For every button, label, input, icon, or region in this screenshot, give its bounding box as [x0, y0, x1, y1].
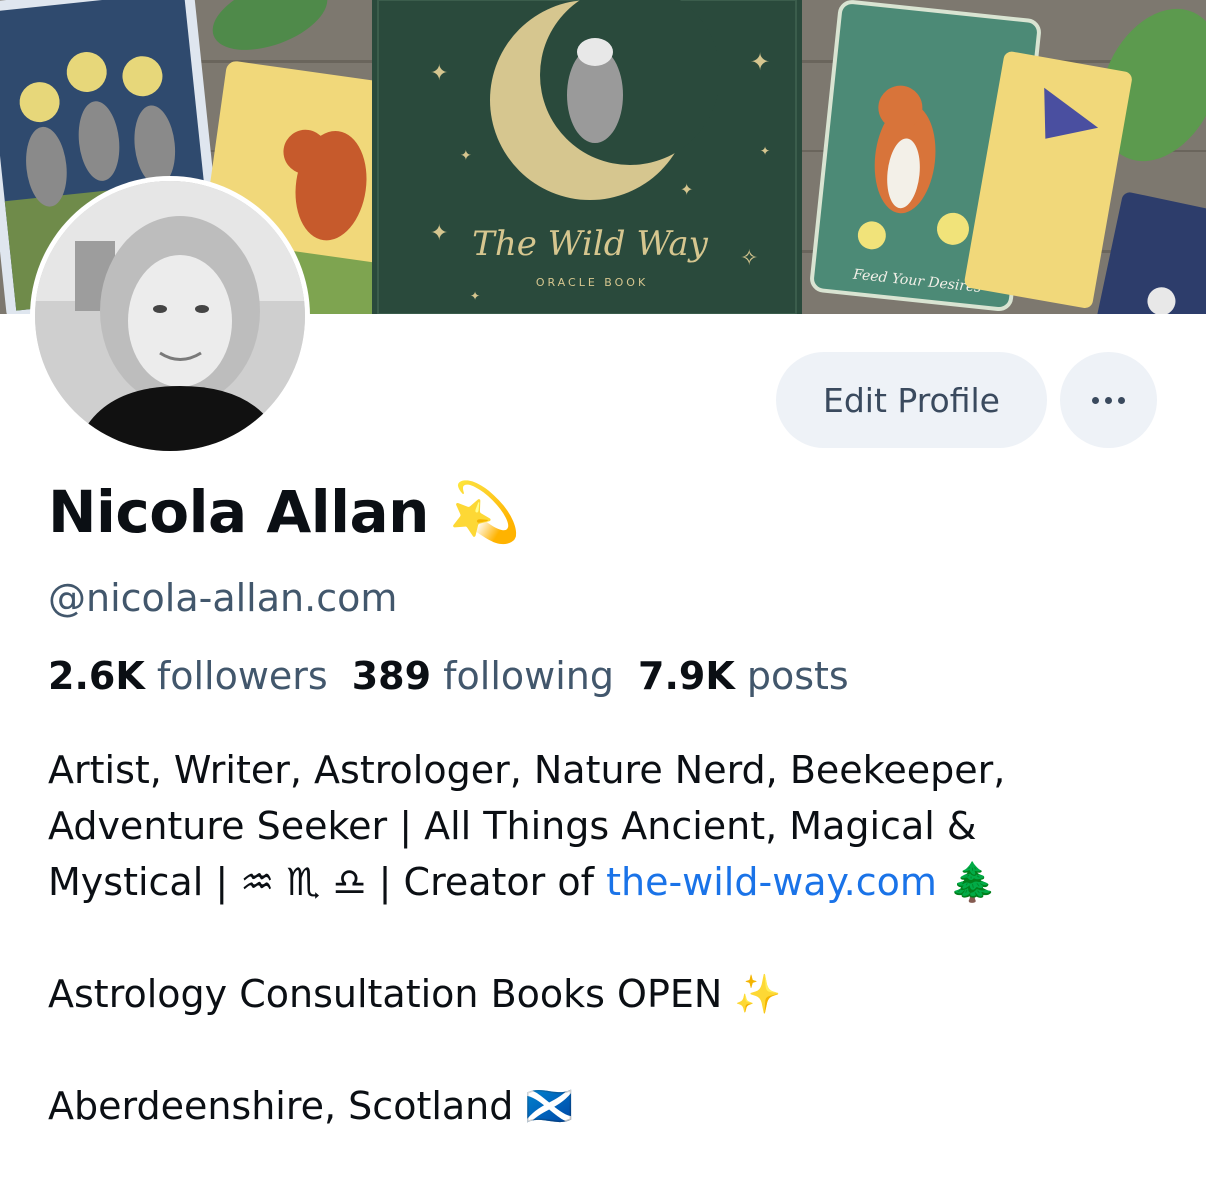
- following-label: following: [443, 654, 614, 698]
- svg-text:✧: ✧: [740, 246, 758, 271]
- svg-text:✦: ✦: [470, 289, 480, 303]
- avatar-photo: [35, 181, 305, 451]
- following-count: 389: [351, 654, 432, 698]
- bio-location: Aberdeenshire, Scotland 🏴󠁧󠁢󠁳󠁣󠁴󠁿: [48, 1084, 573, 1128]
- profile-page: ✦ ✦ ✦ ✧ ✦ ✦ ✦ ✦ The Wild Way ORACLE BOOK…: [0, 0, 1206, 1198]
- dizzy-emoji-icon: 💫: [448, 478, 521, 546]
- svg-text:✦: ✦: [750, 48, 770, 76]
- evergreen-tree-icon: 🌲: [936, 860, 997, 904]
- bio-spacer: [48, 1022, 1168, 1078]
- svg-text:✦: ✦: [760, 144, 770, 158]
- followers-count: 2.6K: [48, 654, 145, 698]
- followers-link[interactable]: 2.6K followers: [48, 654, 328, 698]
- display-name-text: Nicola Allan: [48, 478, 429, 546]
- bio-text: Mystical | ♒ ♏ ♎ | Creator of: [48, 860, 607, 904]
- avatar-portrait: [35, 181, 305, 451]
- svg-text:✦: ✦: [430, 61, 448, 86]
- more-horizontal-icon: [1092, 396, 1125, 404]
- edit-profile-button[interactable]: Edit Profile: [776, 352, 1047, 448]
- following-link[interactable]: 389 following: [352, 654, 614, 698]
- bio-line: Artist, Writer, Astrologer, Nature Nerd,…: [48, 748, 1006, 792]
- banner-book-title: The Wild Way: [472, 224, 708, 264]
- bio-line: Astrology Consultation Books OPEN ✨: [48, 972, 782, 1016]
- svg-text:✦: ✦: [430, 221, 448, 246]
- bio-line: Mystical | ♒ ♏ ♎ | Creator of the-wild-w…: [48, 854, 1168, 910]
- display-name: Nicola Allan 💫: [48, 478, 521, 547]
- posts-label: posts: [746, 654, 849, 698]
- bio-spacer: [48, 910, 1168, 966]
- banner-book-subtitle: ORACLE BOOK: [536, 276, 648, 289]
- more-options-button[interactable]: [1060, 352, 1157, 448]
- profile-handle: @nicola-allan.com: [48, 576, 398, 620]
- svg-text:✦: ✦: [680, 180, 693, 199]
- followers-label: followers: [156, 654, 328, 698]
- website-link[interactable]: the-wild-way.com: [606, 860, 937, 904]
- posts-count: 7.9K: [638, 654, 735, 698]
- posts-stat: 7.9K posts: [638, 654, 849, 698]
- bio-line: Adventure Seeker | All Things Ancient, M…: [48, 804, 977, 848]
- avatar[interactable]: [30, 176, 310, 456]
- svg-text:✦: ✦: [460, 148, 472, 164]
- profile-stats: 2.6K followers 389 following 7.9K posts: [48, 654, 849, 698]
- profile-bio: Artist, Writer, Astrologer, Nature Nerd,…: [48, 742, 1168, 1134]
